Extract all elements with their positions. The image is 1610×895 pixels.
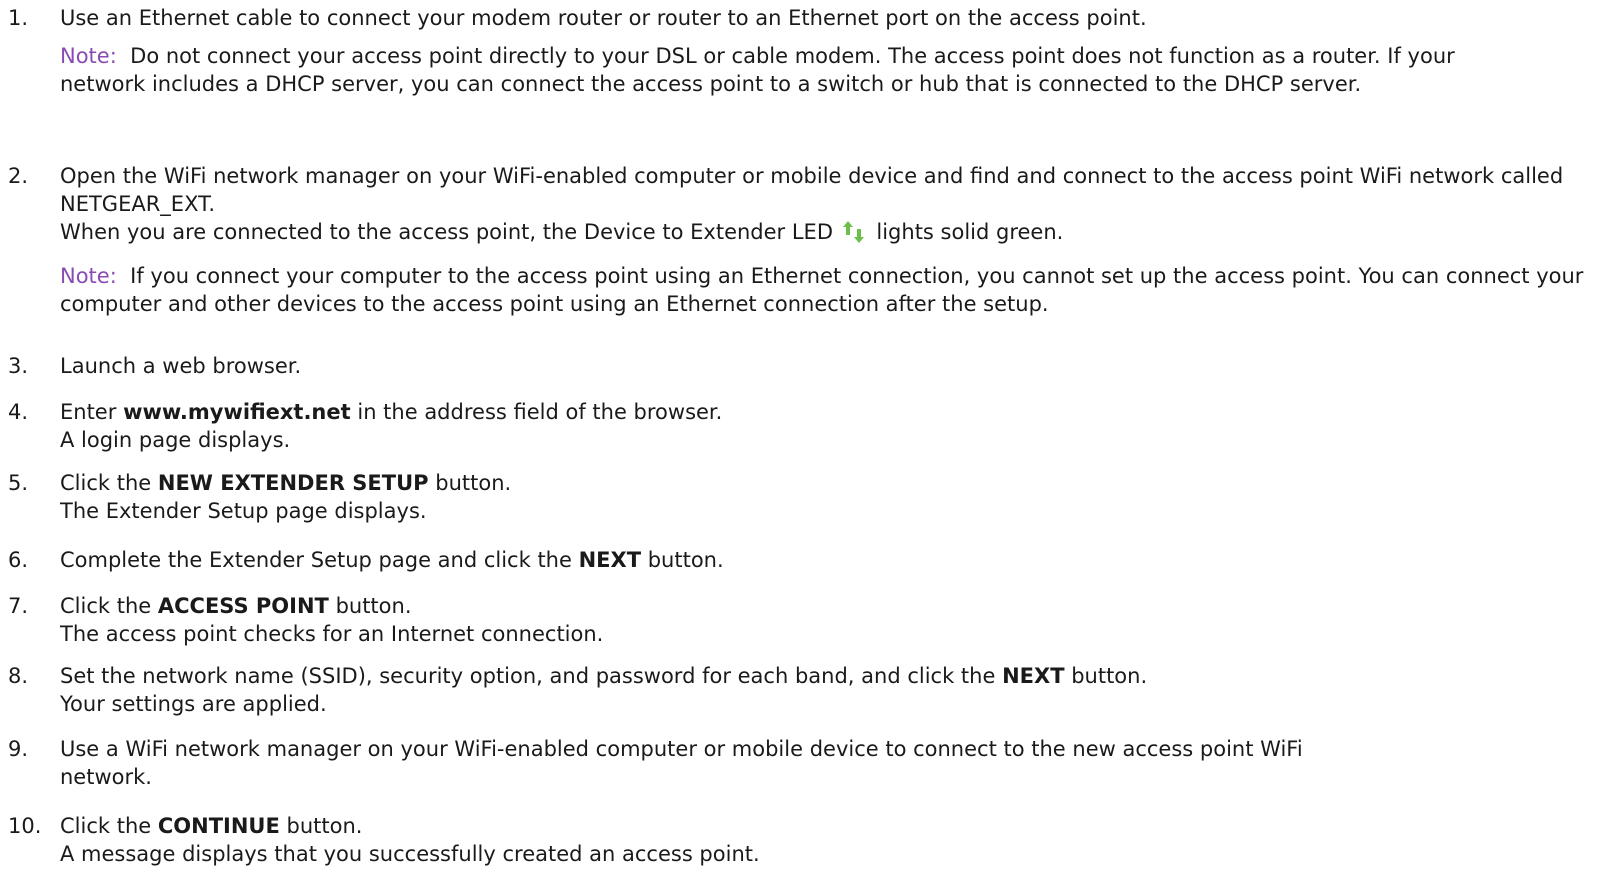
- button-name: NEXT: [1002, 664, 1065, 688]
- step-text-post: button.: [286, 814, 363, 838]
- step-result: A login page displays.: [60, 428, 291, 452]
- note-text: Do not connect your access point directl…: [60, 44, 1455, 96]
- step-2: 2. Open the WiFi network manager on your…: [8, 162, 1598, 318]
- step-number: 10.: [8, 814, 42, 838]
- step-text-pre: Enter: [60, 400, 117, 424]
- step-text-led-post: lights solid green.: [876, 220, 1064, 244]
- step-text-pre: Complete the Extender Setup page and cli…: [60, 548, 572, 572]
- step-5: 5. Click the NEW EXTENDER SETUP button. …: [8, 469, 1598, 525]
- step-instruction: Click the NEW EXTENDER SETUP button.: [60, 469, 1598, 497]
- url-text: www.mywifiext.net: [123, 400, 351, 424]
- step-6: 6. Complete the Extender Setup page and …: [8, 546, 1598, 574]
- step-text-post: button.: [1071, 664, 1148, 688]
- step-result: The access point checks for an Internet …: [60, 622, 604, 646]
- step-text-cont: network.: [60, 765, 152, 789]
- step-number: 4.: [8, 400, 29, 424]
- step-number: 9.: [8, 737, 29, 761]
- step-number: 6.: [8, 548, 29, 572]
- step-instruction: Complete the Extender Setup page and cli…: [60, 546, 1598, 574]
- button-name: CONTINUE: [157, 814, 280, 838]
- step-number: 1.: [8, 6, 29, 30]
- step-text-pre: Set the network name (SSID), security op…: [60, 664, 996, 688]
- step-text-post: in the address field of the browser.: [357, 400, 723, 424]
- step-text: Use a WiFi network manager on your WiFi-…: [60, 737, 1303, 761]
- step-text-pre: Click the: [60, 594, 152, 618]
- instruction-document: 1. Use an Ethernet cable to connect your…: [0, 0, 1610, 895]
- step-instruction: Enter www.mywifiext.net in the address f…: [60, 398, 1598, 426]
- note: Note: Do not connect your access point d…: [60, 42, 1540, 98]
- step-number: 3.: [8, 354, 29, 378]
- step-text-post: button.: [335, 594, 412, 618]
- step-number: 5.: [8, 471, 29, 495]
- step-text-post: button.: [647, 548, 724, 572]
- step-text: Use an Ethernet cable to connect your mo…: [60, 6, 1147, 30]
- button-name: ACCESS POINT: [157, 594, 329, 618]
- note: Note: If you connect your computer to th…: [60, 262, 1590, 318]
- step-instruction: Click the CONTINUE button.: [60, 812, 1598, 840]
- step-9: 9. Use a WiFi network manager on your Wi…: [8, 735, 1598, 791]
- step-text-post: button.: [435, 471, 512, 495]
- step-instruction: Set the network name (SSID), security op…: [60, 662, 1598, 690]
- step-number: 2.: [8, 164, 29, 188]
- button-name: NEW EXTENDER SETUP: [157, 471, 429, 495]
- step-text: Open the WiFi network manager on your Wi…: [60, 164, 1564, 216]
- step-text-pre: Click the: [60, 471, 152, 495]
- step-10: 10. Click the CONTINUE button. A message…: [8, 812, 1598, 868]
- note-text: If you connect your computer to the acce…: [60, 264, 1584, 316]
- step-result: A message displays that you successfully…: [60, 842, 760, 866]
- step-8: 8. Set the network name (SSID), security…: [8, 662, 1598, 718]
- step-4: 4. Enter www.mywifiext.net in the addres…: [8, 398, 1598, 454]
- button-name: NEXT: [578, 548, 642, 572]
- step-led-line: When you are connected to the access poi…: [60, 218, 1598, 252]
- step-7: 7. Click the ACCESS POINT button. The ac…: [8, 592, 1598, 648]
- step-text: Launch a web browser.: [60, 354, 302, 378]
- step-result: Your settings are applied.: [60, 692, 327, 716]
- step-1: 1. Use an Ethernet cable to connect your…: [8, 4, 1598, 98]
- step-number: 7.: [8, 594, 29, 618]
- step-number: 8.: [8, 664, 29, 688]
- note-label: Note:: [60, 44, 117, 68]
- step-instruction: Click the ACCESS POINT button.: [60, 592, 1598, 620]
- step-3: 3. Launch a web browser.: [8, 352, 1598, 380]
- step-text-pre: Click the: [60, 814, 152, 838]
- step-result: The Extender Setup page displays.: [60, 499, 427, 523]
- up-down-arrows-icon: [842, 219, 866, 252]
- step-text-led-pre: When you are connected to the access poi…: [60, 220, 834, 244]
- note-label: Note:: [60, 264, 117, 288]
